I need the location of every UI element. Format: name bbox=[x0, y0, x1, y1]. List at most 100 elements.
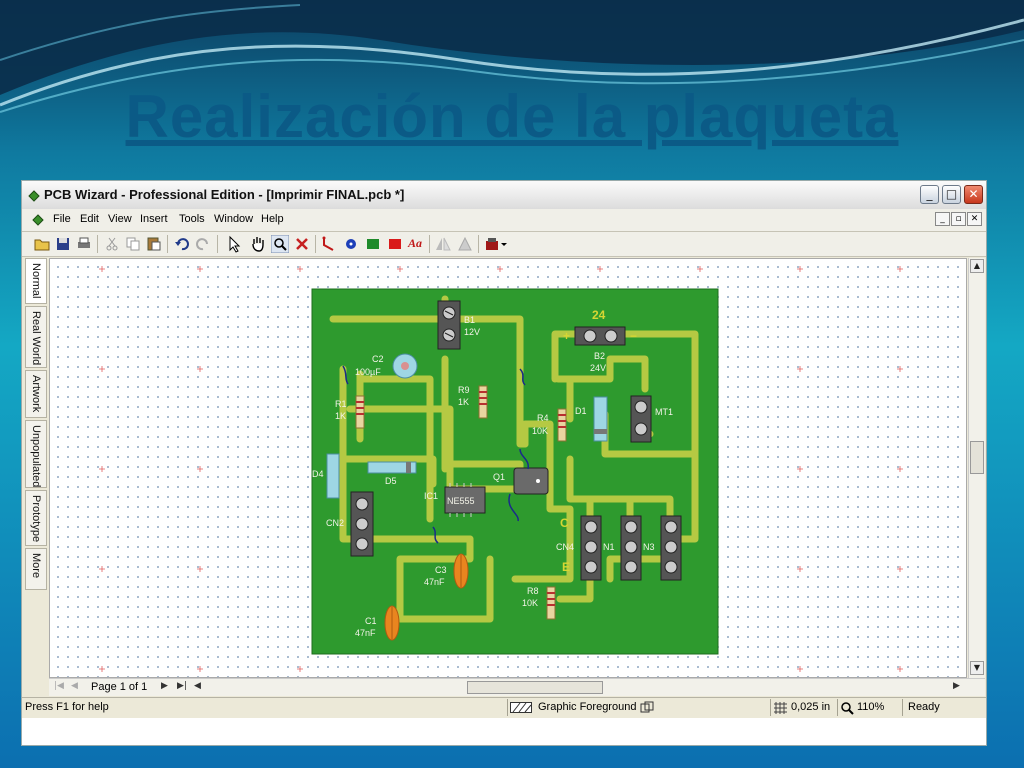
resistor-r9[interactable] bbox=[478, 385, 488, 419]
tab-real-world[interactable]: Real World bbox=[25, 306, 47, 368]
diode-d4[interactable] bbox=[326, 453, 340, 499]
label-r1-value: 1K bbox=[335, 411, 346, 421]
diode-d5[interactable] bbox=[367, 461, 417, 474]
title-bar[interactable]: PCB Wizard - Professional Edition - [Imp… bbox=[22, 181, 986, 210]
resistor-r1[interactable] bbox=[355, 395, 365, 429]
first-page-icon[interactable]: |◀ bbox=[54, 681, 64, 691]
text-icon[interactable]: Aa bbox=[408, 236, 426, 254]
select-arrow-icon[interactable] bbox=[225, 235, 243, 253]
label-r8: R8 bbox=[527, 586, 539, 596]
connector-cn4[interactable] bbox=[580, 515, 602, 581]
copy-icon[interactable] bbox=[124, 235, 142, 253]
flip-icon[interactable] bbox=[456, 235, 474, 253]
tab-unpopulated[interactable]: Unpopulated bbox=[25, 420, 47, 488]
menu-help[interactable]: Help bbox=[261, 213, 284, 225]
undo-icon[interactable] bbox=[173, 235, 191, 253]
resistor-r8[interactable] bbox=[546, 586, 556, 620]
horizontal-scroll-thumb[interactable] bbox=[467, 681, 603, 694]
capacitor-c2[interactable] bbox=[392, 353, 418, 379]
tab-prototype[interactable]: Prototype bbox=[25, 490, 47, 546]
next-page-icon[interactable]: ▶ bbox=[161, 681, 168, 691]
menu-window[interactable]: Window bbox=[214, 213, 253, 225]
marker-c: C bbox=[560, 516, 569, 530]
status-ready: Ready bbox=[908, 701, 940, 713]
close-button[interactable]: ✕ bbox=[964, 185, 983, 204]
prev-page-icon[interactable]: ◀ bbox=[71, 681, 78, 691]
track-icon[interactable] bbox=[320, 235, 338, 253]
connector-n3[interactable] bbox=[660, 515, 682, 581]
pcb-wizard-window: PCB Wizard - Professional Edition - [Imp… bbox=[21, 180, 987, 746]
delete-icon[interactable] bbox=[293, 235, 311, 253]
pad-icon[interactable] bbox=[342, 235, 360, 253]
zoom-icon[interactable] bbox=[271, 235, 289, 253]
label-d5: D5 bbox=[385, 476, 397, 486]
menu-tools[interactable]: Tools bbox=[179, 213, 205, 225]
design-canvas[interactable]: B1 12V C2 100µF R9 1K R1 1K R4 10K D1 MT… bbox=[49, 258, 967, 678]
label-r8-value: 10K bbox=[522, 598, 538, 608]
label-c3: C3 bbox=[435, 565, 447, 575]
rectangle-red-icon[interactable] bbox=[386, 235, 404, 253]
scroll-down-icon[interactable]: ▼ bbox=[970, 661, 984, 675]
pcb-wizard-app-icon bbox=[27, 188, 41, 207]
layer-toggle-icon[interactable] bbox=[640, 701, 654, 715]
minimize-button[interactable]: _ bbox=[920, 185, 939, 204]
doc-minimize-button[interactable]: _ bbox=[935, 212, 950, 226]
slide-title: Realización de la plaqueta bbox=[125, 83, 899, 150]
tab-artwork-label: Artwork bbox=[30, 375, 42, 413]
maximize-button[interactable]: □ bbox=[942, 185, 961, 204]
tab-artwork[interactable]: Artwork bbox=[25, 370, 47, 418]
capacitor-c3[interactable] bbox=[453, 553, 469, 589]
print-icon[interactable] bbox=[75, 235, 93, 253]
pcb-layout[interactable]: B1 12V C2 100µF R9 1K R1 1K R4 10K D1 MT… bbox=[50, 259, 967, 678]
label-r9-value: 1K bbox=[458, 397, 469, 407]
dropdown-arrow-icon[interactable] bbox=[500, 235, 508, 253]
label-cn2: CN2 bbox=[326, 518, 344, 528]
marker-plus: + bbox=[563, 329, 570, 343]
mirror-icon[interactable] bbox=[434, 235, 452, 253]
view-tabs: Normal Real World Artwork Unpopulated Pr… bbox=[25, 258, 47, 676]
resistor-r4[interactable] bbox=[557, 408, 567, 442]
battery-b2[interactable] bbox=[574, 326, 626, 346]
last-page-icon[interactable]: ▶| bbox=[177, 681, 187, 691]
scroll-left-icon[interactable]: ◀ bbox=[194, 681, 201, 691]
diode-d1[interactable] bbox=[593, 396, 608, 442]
tab-normal[interactable]: Normal bbox=[25, 258, 47, 304]
open-folder-icon[interactable] bbox=[33, 235, 51, 253]
status-grid[interactable]: 0,025 in bbox=[791, 701, 830, 713]
window-title: PCB Wizard - Professional Edition - [Imp… bbox=[44, 187, 405, 202]
status-layer[interactable]: Graphic Foreground bbox=[538, 701, 636, 713]
label-c3-value: 47nF bbox=[424, 577, 445, 587]
vertical-scrollbar[interactable]: ▲ ▼ bbox=[968, 258, 985, 678]
connector-mt1[interactable] bbox=[630, 395, 652, 443]
toolbar: Aa bbox=[22, 232, 986, 257]
save-icon[interactable] bbox=[54, 235, 72, 253]
label-b1-value: 12V bbox=[464, 327, 480, 337]
connector-n1[interactable] bbox=[620, 515, 642, 581]
menu-file[interactable]: File bbox=[53, 213, 71, 225]
label-c1: C1 bbox=[365, 616, 377, 626]
paste-icon[interactable] bbox=[145, 235, 163, 253]
redo-icon[interactable] bbox=[194, 235, 212, 253]
marker-e: E bbox=[562, 560, 570, 574]
capacitor-c1[interactable] bbox=[384, 605, 400, 641]
scroll-up-icon[interactable]: ▲ bbox=[970, 259, 984, 273]
rectangle-green-icon[interactable] bbox=[364, 235, 382, 253]
label-n1: N1 bbox=[603, 542, 615, 552]
vertical-scroll-thumb[interactable] bbox=[970, 441, 984, 474]
page-navigation-bar: |◀ ◀ Page 1 of 1 ▶ ▶| ◀ ▶ bbox=[49, 678, 985, 696]
doc-restore-button[interactable]: ▫ bbox=[951, 212, 966, 226]
menu-insert[interactable]: Insert bbox=[140, 213, 168, 225]
battery-b1[interactable] bbox=[437, 300, 461, 350]
document-icon[interactable] bbox=[31, 212, 45, 231]
doc-close-button[interactable]: ✕ bbox=[967, 212, 982, 226]
menu-edit[interactable]: Edit bbox=[80, 213, 99, 225]
label-ic1: IC1 bbox=[424, 491, 438, 501]
cut-icon[interactable] bbox=[103, 235, 121, 253]
hand-pan-icon[interactable] bbox=[249, 235, 267, 253]
status-zoom[interactable]: 110% bbox=[857, 701, 884, 713]
menu-view[interactable]: View bbox=[108, 213, 132, 225]
tab-more[interactable]: More bbox=[25, 548, 47, 590]
marker-minus: − bbox=[630, 329, 637, 343]
scroll-right-icon[interactable]: ▶ bbox=[953, 681, 960, 691]
connector-cn2[interactable] bbox=[350, 491, 374, 557]
